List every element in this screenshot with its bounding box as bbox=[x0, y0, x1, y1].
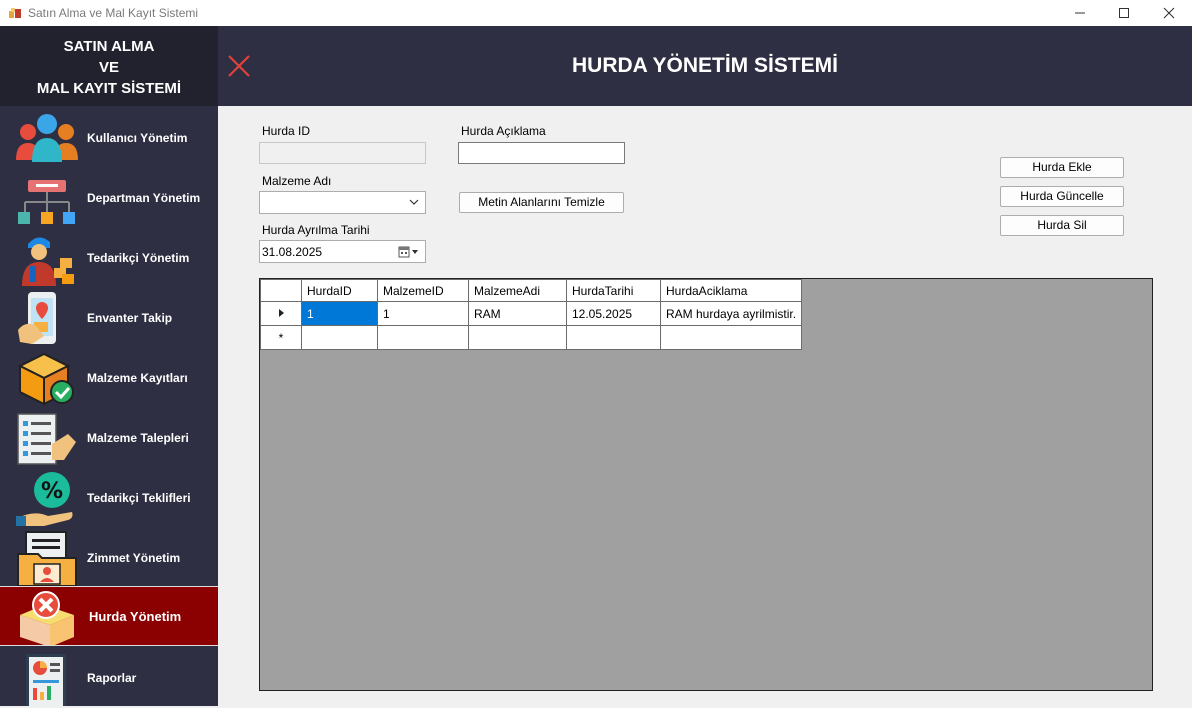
column-header[interactable]: MalzemeID bbox=[377, 279, 469, 302]
sidebar-item-label: Departman Yönetim bbox=[87, 191, 201, 205]
brand-line-1: SATIN ALMA bbox=[63, 38, 155, 55]
new-row-marker: * bbox=[260, 325, 302, 350]
window-title: Satın Alma ve Mal Kayıt Sistemi bbox=[28, 6, 199, 20]
sidebar-item-envanter[interactable]: Envanter Takip bbox=[0, 288, 218, 348]
org-chart-icon bbox=[18, 180, 75, 224]
box-remove-icon bbox=[20, 591, 74, 645]
report-icon bbox=[26, 654, 66, 706]
sidebar-item-raporlar[interactable]: Raporlar bbox=[0, 648, 218, 708]
minimize-button[interactable] bbox=[1057, 0, 1103, 26]
table-cell[interactable]: 1 bbox=[377, 301, 469, 326]
folder-user-icon bbox=[17, 531, 77, 586]
delete-hurda-button[interactable]: Hurda Sil bbox=[1000, 215, 1124, 236]
box-check-icon bbox=[17, 352, 74, 406]
hurda-data-grid[interactable]: HurdaID MalzemeID MalzemeAdi HurdaTarihi… bbox=[259, 278, 1153, 691]
sidebar-item-hurda[interactable]: Hurda Yönetim bbox=[0, 586, 218, 646]
users-icon bbox=[16, 114, 78, 162]
location-phone-icon bbox=[18, 292, 56, 344]
tarih-picker[interactable]: 31.08.2025 bbox=[259, 240, 426, 263]
sidebar-item-malzeme-talepleri[interactable]: Malzeme Talepleri bbox=[0, 408, 218, 468]
brand-line-2: VE bbox=[98, 59, 119, 76]
table-cell[interactable] bbox=[659, 325, 803, 350]
column-header[interactable]: HurdaID bbox=[301, 279, 378, 302]
malzeme-select[interactable] bbox=[259, 191, 426, 214]
sidebar-item-label: Tedarikçi Teklifleri bbox=[87, 491, 191, 505]
header: HURDA YÖNETİM SİSTEMİ bbox=[218, 26, 1192, 106]
table-cell[interactable]: 12.05.2025 bbox=[566, 301, 661, 326]
page-title: HURDA YÖNETİM SİSTEMİ bbox=[571, 54, 839, 77]
close-window-button[interactable] bbox=[1146, 0, 1192, 26]
sidebar-item-label: Hurda Yönetim bbox=[89, 608, 182, 624]
calendar-dropdown-icon[interactable] bbox=[398, 246, 420, 258]
window-titlebar: Satın Alma ve Mal Kayıt Sistemi bbox=[0, 0, 1192, 26]
sidebar-item-label: Malzeme Kayıtları bbox=[87, 371, 188, 385]
hurda-id-label: Hurda ID bbox=[262, 124, 311, 138]
maximize-button[interactable] bbox=[1101, 0, 1147, 26]
sidebar-item-tedarikci-teklifleri[interactable]: % Tedarikçi Teklifleri bbox=[0, 468, 218, 528]
sidebar-item-kullanici[interactable]: Kullanıcı Yönetim bbox=[0, 108, 218, 168]
table-row[interactable]: 1 1 RAM 12.05.2025 RAM hurdaya ayrilmist… bbox=[260, 301, 803, 326]
update-hurda-button[interactable]: Hurda Güncelle bbox=[1000, 186, 1124, 207]
main-content: Hurda ID Hurda Açıklama Malzeme Adı Meti… bbox=[218, 106, 1192, 706]
tarih-label: Hurda Ayrılma Tarihi bbox=[262, 223, 370, 237]
brand-line-3: MAL KAYIT SİSTEMİ bbox=[36, 80, 182, 97]
tarih-value: 31.08.2025 bbox=[262, 245, 323, 259]
sidebar-item-label: Zimmet Yönetim bbox=[87, 551, 181, 565]
minimize-icon bbox=[1075, 12, 1085, 14]
close-icon bbox=[1163, 7, 1175, 19]
svg-text:%: % bbox=[41, 479, 63, 504]
aciklama-field[interactable] bbox=[458, 142, 625, 164]
app-icon bbox=[9, 8, 21, 18]
row-selector[interactable] bbox=[260, 301, 302, 326]
malzeme-label: Malzeme Adı bbox=[262, 174, 332, 188]
row-header-corner bbox=[260, 279, 302, 302]
table-cell[interactable]: RAM hurdaya ayrilmistir. bbox=[659, 301, 803, 326]
add-hurda-button[interactable]: Hurda Ekle bbox=[1000, 157, 1124, 178]
column-header[interactable]: MalzemeAdi bbox=[468, 279, 567, 302]
sidebar-item-label: Tedarikçi Yönetim bbox=[87, 251, 190, 265]
sidebar-item-zimmet[interactable]: Zimmet Yönetim bbox=[0, 528, 218, 588]
table-cell[interactable]: RAM bbox=[468, 301, 567, 326]
checklist-icon bbox=[17, 413, 76, 465]
table-cell[interactable] bbox=[377, 325, 469, 350]
percent-hand-icon: % bbox=[16, 472, 73, 526]
sidebar-item-label: Envanter Takip bbox=[87, 311, 173, 325]
table-cell[interactable] bbox=[301, 325, 378, 350]
new-row[interactable]: * bbox=[260, 325, 803, 350]
table-cell[interactable] bbox=[566, 325, 661, 350]
sidebar-item-tedarikci[interactable]: Tedarikçi Yönetim bbox=[0, 228, 218, 288]
column-header[interactable]: HurdaAciklama bbox=[659, 279, 803, 302]
clear-fields-button[interactable]: Metin Alanlarını Temizle bbox=[459, 192, 624, 213]
table-cell[interactable] bbox=[468, 325, 567, 350]
sidebar-item-label: Malzeme Talepleri bbox=[87, 431, 189, 445]
hurda-table: HurdaID MalzemeID MalzemeAdi HurdaTarihi… bbox=[260, 279, 803, 350]
chevron-down-icon bbox=[409, 199, 419, 205]
brand-title: SATIN ALMA VE MAL KAYIT SİSTEMİ bbox=[0, 26, 218, 106]
sidebar-item-label: Raporlar bbox=[87, 671, 137, 685]
aciklama-label: Hurda Açıklama bbox=[461, 124, 546, 138]
sidebar-item-label: Kullanıcı Yönetim bbox=[87, 131, 188, 145]
sidebar-item-departman[interactable]: Departman Yönetim bbox=[0, 168, 218, 228]
sidebar: SATIN ALMA VE MAL KAYIT SİSTEMİ Kullanıc… bbox=[0, 26, 218, 706]
maximize-icon bbox=[1119, 8, 1129, 18]
current-row-arrow-icon bbox=[279, 308, 284, 317]
column-header[interactable]: HurdaTarihi bbox=[566, 279, 661, 302]
table-header-row: HurdaID MalzemeID MalzemeAdi HurdaTarihi… bbox=[260, 279, 803, 302]
courier-icon bbox=[22, 237, 74, 286]
sidebar-item-malzeme-kayitlari[interactable]: Malzeme Kayıtları bbox=[0, 348, 218, 408]
hurda-id-field[interactable] bbox=[259, 142, 426, 164]
table-cell[interactable]: 1 bbox=[301, 301, 378, 326]
